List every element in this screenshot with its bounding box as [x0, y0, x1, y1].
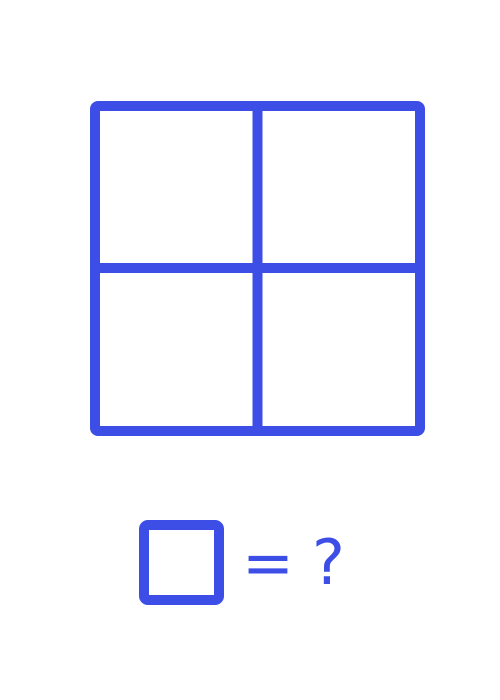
grid-figure — [90, 101, 425, 436]
equals-sign: = — [242, 526, 294, 599]
small-square-symbol — [139, 520, 224, 605]
question-mark: ? — [312, 526, 345, 599]
